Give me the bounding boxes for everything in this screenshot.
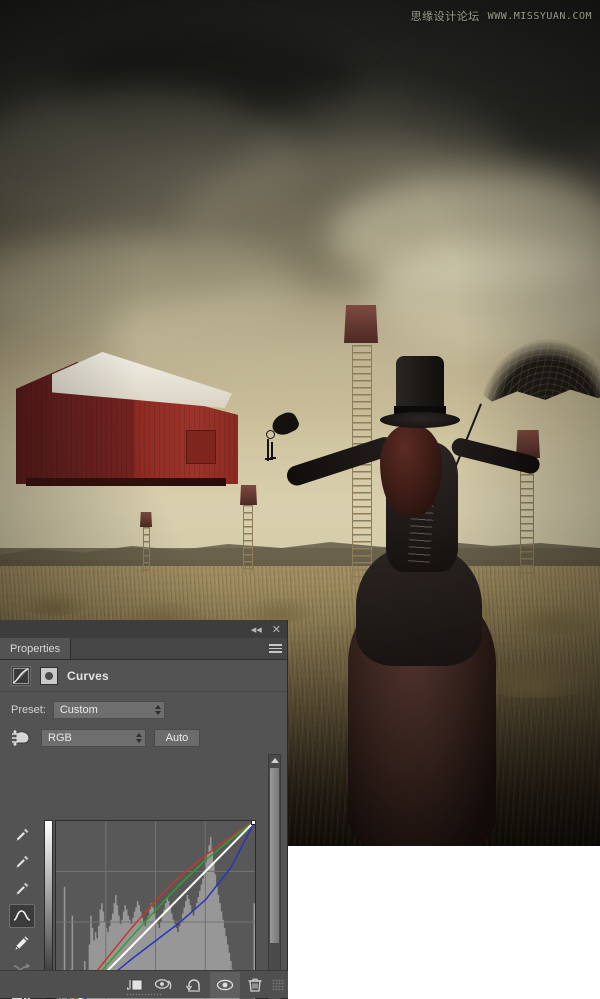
resize-grip[interactable] (272, 978, 284, 991)
panel-tab-row: Properties (0, 638, 287, 660)
grass-tuft (20, 590, 90, 616)
floating-banner (344, 305, 378, 343)
tab-row-filler (71, 638, 263, 659)
watermark: 思缘设计论坛 WWW.MISSYUAN.COM (411, 8, 592, 24)
barn-foundation (26, 478, 226, 486)
on-image-adjust-icon[interactable] (11, 728, 33, 748)
spinner-icon (136, 733, 142, 743)
spinner-icon (154, 705, 161, 715)
tab-properties-label: Properties (10, 642, 61, 655)
reset-button[interactable] (180, 972, 210, 998)
floating-ladder (143, 527, 150, 573)
channel-value: RGB (48, 732, 72, 744)
sample-white-point-eyedropper[interactable] (9, 877, 35, 901)
panel-drag-handle[interactable] (126, 993, 162, 997)
sample-gray-point-eyedropper[interactable] (9, 850, 35, 874)
hanging-keys (264, 430, 276, 474)
hamburger-icon (268, 642, 282, 654)
floating-barn (16, 340, 238, 495)
scroll-up-arrow[interactable] (269, 755, 280, 766)
panel-menu-icon[interactable] (263, 638, 287, 659)
floating-ladder (243, 505, 253, 573)
panel-footer (0, 970, 288, 998)
auto-button[interactable]: Auto (154, 729, 200, 747)
panel-scrollbar[interactable] (268, 754, 281, 999)
preset-row: Preset: Custom (0, 700, 287, 720)
adjustment-header: Curves (0, 660, 287, 692)
edit-points-curve-tool[interactable] (9, 904, 35, 928)
properties-panel: ◂◂ ✕ Properties Curves Preset: Custom RG… (0, 620, 288, 999)
preset-select[interactable]: Custom (52, 701, 165, 719)
right-arm (449, 436, 542, 476)
layer-mask-thumbnail[interactable] (40, 666, 58, 685)
tab-properties[interactable]: Properties (0, 638, 72, 659)
collapse-icon[interactable]: ◂◂ (251, 624, 262, 635)
barn-door (186, 430, 216, 464)
floating-banner (240, 485, 257, 505)
close-icon[interactable]: ✕ (272, 624, 281, 635)
adjustment-title: Curves (67, 668, 109, 683)
draw-curve-pencil-tool[interactable] (9, 931, 35, 955)
sample-black-point-eyedropper[interactable] (9, 823, 35, 847)
panel-titlebar: ◂◂ ✕ (0, 620, 287, 638)
top-hat-brim (380, 412, 460, 428)
preset-value: Custom (59, 704, 98, 716)
channel-select[interactable]: RGB (41, 729, 146, 747)
hair (380, 424, 442, 516)
scrollbar-thumb[interactable] (270, 768, 279, 943)
watermark-chinese: 思缘设计论坛 (410, 10, 480, 23)
woman-figure (265, 338, 600, 846)
screenshot-root: 思缘设计论坛 WWW.MISSYUAN.COM ◂◂ ✕ Properties (0, 0, 600, 999)
channel-row: RGB Auto (0, 720, 287, 748)
mask-dot-icon (45, 671, 53, 680)
preset-label: Preset: (11, 704, 46, 716)
watermark-url: WWW.MISSYUAN.COM (487, 10, 592, 22)
panel-body: Preset: Custom RGB Auto (0, 692, 287, 999)
visibility-toggle-button[interactable] (210, 971, 240, 998)
grass-tuft (240, 596, 320, 622)
curves-adjustment-icon (11, 665, 31, 686)
delete-button[interactable] (240, 972, 270, 998)
floating-banner (140, 512, 152, 527)
